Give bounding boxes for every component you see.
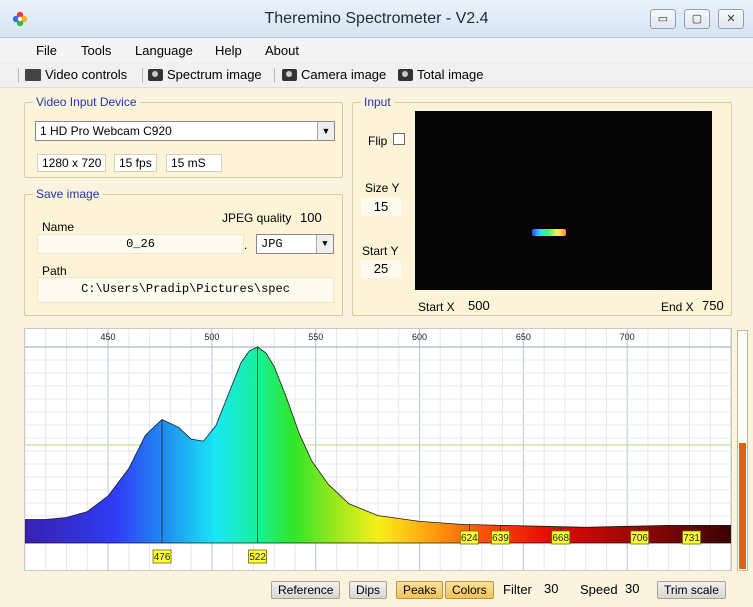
size-y-input[interactable]: 15	[361, 198, 401, 216]
chevron-down-icon[interactable]: ▼	[317, 122, 334, 140]
speed-label: Speed	[580, 582, 618, 597]
x-tick-label: 450	[101, 332, 116, 342]
menu-about[interactable]: About	[265, 43, 299, 58]
peak-label: 706	[631, 533, 648, 544]
toolbar-grip	[18, 68, 19, 83]
chevron-down-icon[interactable]: ▼	[316, 235, 333, 253]
x-tick-label: 650	[516, 332, 531, 342]
total-image-label: Total image	[417, 67, 484, 82]
end-x-label: End X	[661, 300, 694, 314]
signal-level-bar	[737, 330, 748, 571]
video-controls-button[interactable]: Video controls	[25, 67, 127, 82]
start-x-label: Start X	[418, 300, 455, 314]
jpeg-quality-value[interactable]: 100	[300, 210, 322, 225]
trim-scale-button[interactable]: Trim scale	[657, 581, 726, 599]
signal-level-fill	[739, 443, 746, 569]
window-title: Theremino Spectrometer - V2.4	[264, 10, 489, 27]
peak-label: 624	[461, 533, 478, 544]
title-bar: Theremino Spectrometer - V2.4 ▭ ▢ ✕	[0, 0, 753, 38]
peak-label: 522	[249, 552, 266, 563]
x-tick-label: 700	[620, 332, 635, 342]
spectrum-band-image	[532, 229, 566, 236]
peaks-button[interactable]: Peaks	[396, 581, 444, 599]
speed-input[interactable]: 30	[625, 581, 639, 596]
input-legend: Input	[361, 95, 394, 109]
save-image-legend: Save image	[33, 187, 103, 201]
video-device-value: 1 HD Pro Webcam C920	[40, 124, 172, 138]
peak-label: 668	[552, 533, 569, 544]
menu-help[interactable]: Help	[215, 43, 242, 58]
x-tick-label: 500	[204, 332, 219, 342]
ms-readout: 15 mS	[166, 154, 222, 172]
camera-image-button[interactable]: Camera image	[282, 67, 386, 82]
camera-icon	[148, 68, 163, 81]
menu-language[interactable]: Language	[135, 43, 193, 58]
name-label: Name	[42, 220, 75, 234]
x-tick-label: 600	[412, 332, 427, 342]
start-y-label: Start Y	[362, 244, 399, 258]
camera-icon	[282, 68, 297, 81]
flip-checkbox[interactable]	[393, 133, 405, 145]
flip-label: Flip	[368, 134, 388, 148]
resolution-readout: 1280 x 720	[37, 154, 107, 172]
peak-label: 731	[683, 533, 700, 544]
minimize-button[interactable]: ▭	[650, 9, 676, 29]
menu-file[interactable]: File	[36, 43, 57, 58]
camera-image-label: Camera image	[301, 67, 387, 82]
dips-button[interactable]: Dips	[349, 581, 388, 599]
toolbar: Video controls Spectrum image Camera ima…	[0, 62, 753, 88]
start-y-input[interactable]: 25	[361, 260, 401, 278]
video-input-legend: Video Input Device	[33, 95, 140, 109]
spectrum-plot: 450 500 550 600 650 700 476 522 624 639 668 706 731	[24, 329, 732, 570]
format-select[interactable]: JPG ▼	[256, 234, 334, 254]
extension-dot: .	[244, 238, 248, 252]
filter-label: Filter	[503, 582, 532, 597]
video-camera-icon	[25, 68, 41, 81]
camera-preview[interactable]	[415, 111, 712, 290]
jpeg-quality-label: JPEG quality	[222, 211, 292, 225]
spectrum-image-button[interactable]: Spectrum image	[148, 67, 262, 82]
video-device-select[interactable]: 1 HD Pro Webcam C920 ▼	[35, 121, 335, 141]
video-controls-label: Video controls	[45, 67, 128, 82]
total-image-button[interactable]: Total image	[398, 67, 483, 82]
peak-label: 476	[154, 552, 171, 563]
reference-button[interactable]: Reference	[271, 581, 341, 599]
peak-label: 639	[492, 533, 509, 544]
end-x-input[interactable]: 750	[702, 298, 724, 313]
menu-tools[interactable]: Tools	[81, 43, 111, 58]
name-input[interactable]: 0_26	[37, 234, 244, 254]
filter-input[interactable]: 30	[544, 581, 558, 596]
menu-bar: File Tools Language Help About	[0, 38, 753, 62]
path-input[interactable]: C:\Users\Pradip\Pictures\spec	[37, 277, 334, 303]
size-y-label: Size Y	[365, 181, 400, 195]
spectrum-chart[interactable]: 450 500 550 600 650 700 476 522 624 639 668 706 731	[24, 328, 732, 571]
format-value: JPG	[261, 237, 283, 251]
camera-icon	[398, 68, 413, 81]
spectrum-image-label: Spectrum image	[167, 67, 262, 82]
colors-button[interactable]: Colors	[445, 581, 494, 599]
fps-readout: 15 fps	[114, 154, 157, 172]
close-button[interactable]: ✕	[718, 9, 744, 29]
x-tick-label: 550	[308, 332, 323, 342]
start-x-input[interactable]: 500	[468, 298, 490, 313]
maximize-button[interactable]: ▢	[684, 9, 710, 29]
path-label: Path	[42, 264, 67, 278]
toolbar-separator	[142, 68, 143, 83]
toolbar-separator	[274, 68, 275, 83]
